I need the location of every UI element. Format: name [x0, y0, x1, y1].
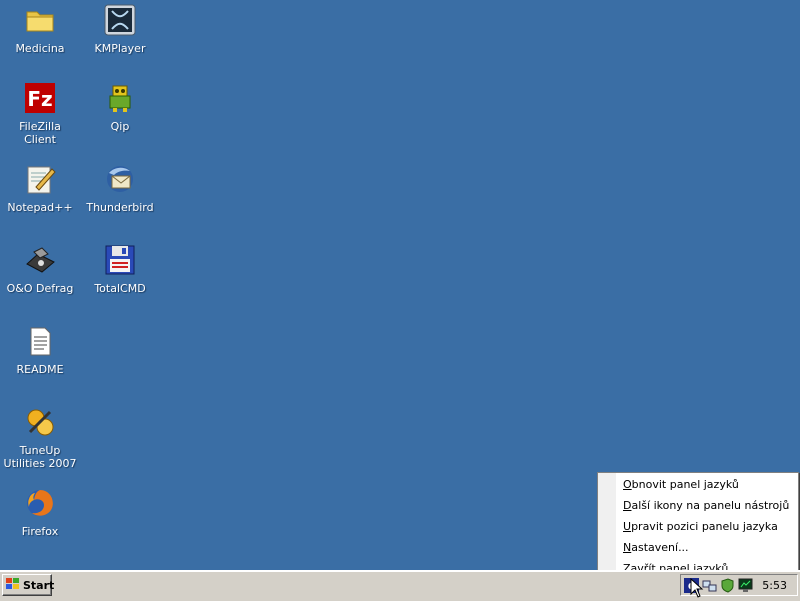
- svg-text:Fz: Fz: [27, 87, 52, 111]
- desktop-icon-firefox[interactable]: Firefox: [0, 487, 80, 538]
- desktop-icon-kmplayer[interactable]: KMPlayer: [80, 4, 160, 55]
- folder-icon: [24, 4, 56, 36]
- notepadpp-icon: [24, 163, 56, 195]
- start-button[interactable]: Start: [2, 574, 55, 596]
- taskbar: Start C: [0, 570, 800, 601]
- firefox-icon: [24, 487, 56, 519]
- desktop-icon-thunderbird[interactable]: Thunderbird: [80, 163, 160, 214]
- tuneup-icon: [24, 406, 56, 438]
- clock[interactable]: 5:53: [762, 579, 787, 592]
- kmplayer-icon: [104, 4, 136, 36]
- desktop-icon-readme[interactable]: README: [0, 325, 80, 376]
- language-bar-context-menu: Obnovit panel jazyků Další ikony na pane…: [597, 472, 799, 578]
- thunderbird-icon: [104, 163, 136, 195]
- menu-item-dalsi-ikony[interactable]: Další ikony na panelu nástrojů: [623, 496, 789, 516]
- menu-item-upravit-pozici[interactable]: Upravit pozici panelu jazyka: [623, 517, 778, 537]
- desktop-icon-medicina[interactable]: Medicina: [0, 4, 80, 55]
- desktop-icon-tuneup[interactable]: TuneUp Utilities 2007: [0, 406, 80, 470]
- menu-item-nastaveni[interactable]: Nastavení...: [623, 538, 689, 558]
- totalcmd-icon: [104, 244, 136, 276]
- mouse-pointer-icon: [690, 577, 704, 598]
- qip-icon: [104, 82, 136, 114]
- desktop-icon-notepadpp[interactable]: Notepad++: [0, 163, 80, 214]
- menu-gutter: [598, 473, 616, 577]
- filezilla-icon: Fz: [24, 82, 56, 114]
- menu-item-obnovit-panel[interactable]: Obnovit panel jazyků: [623, 475, 739, 495]
- desktop-icon-filezilla[interactable]: Fz FileZilla Client: [0, 82, 80, 146]
- defrag-icon: [24, 244, 56, 276]
- desktop-icon-qip[interactable]: Qip: [80, 82, 160, 133]
- security-icon[interactable]: [720, 577, 735, 593]
- desktop-icon-totalcmd[interactable]: TotalCMD: [80, 244, 160, 295]
- start-label: Start: [23, 578, 55, 592]
- monitor-icon[interactable]: [738, 578, 753, 593]
- text-file-icon: [24, 325, 56, 357]
- windows-logo-icon: [6, 577, 20, 593]
- desktop-icon-defrag[interactable]: O&O Defrag: [0, 244, 80, 295]
- network-icon[interactable]: [702, 578, 717, 593]
